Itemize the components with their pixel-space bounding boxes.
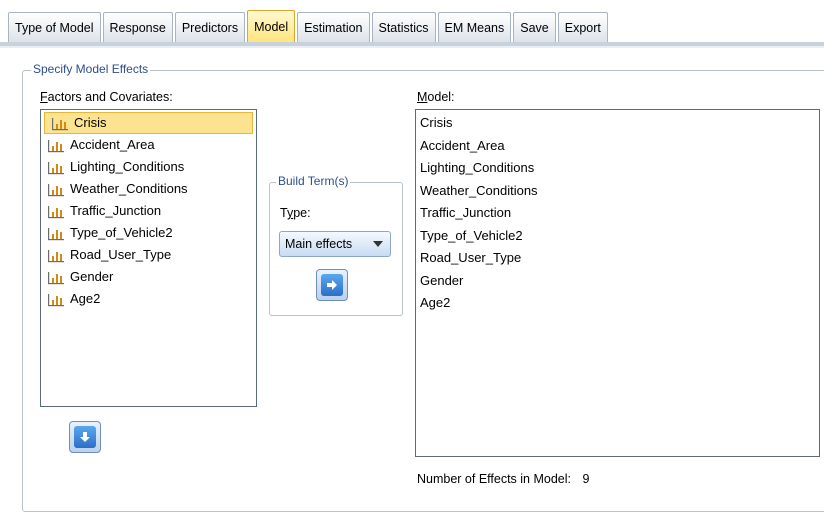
tab-response[interactable]: Response [102, 12, 173, 42]
factor-item[interactable]: Traffic_Junction [41, 200, 256, 222]
model-label-mnemonic: M [417, 90, 428, 104]
tab-type-of-model[interactable]: Type of Model [8, 12, 101, 42]
factor-item[interactable]: Accident_Area [41, 134, 256, 156]
move-down-button[interactable] [69, 421, 101, 453]
factor-item-label: Traffic_Junction [70, 203, 162, 218]
factor-item[interactable]: Type_of_Vehicle2 [41, 222, 256, 244]
model-label-text: odel: [427, 90, 455, 104]
factor-item-label: Type_of_Vehicle2 [70, 225, 173, 240]
scale-variable-icon [47, 226, 65, 241]
tab-save[interactable]: Save [513, 12, 556, 42]
effects-count-text: Number of Effects in Model: [417, 472, 572, 486]
factor-items: Crisis Accident_Area Lighting_Conditions We… [41, 110, 256, 310]
model-term-item[interactable]: Crisis [416, 112, 819, 135]
factors-label-mnemonic: F [40, 90, 48, 104]
caret-down-icon [373, 241, 383, 247]
scale-variable-icon [47, 204, 65, 219]
model-term-item[interactable]: Weather_Conditions [416, 180, 819, 203]
factor-item-label: Crisis [74, 115, 107, 130]
term-type-value: Main effects [285, 237, 353, 251]
tab-statistics[interactable]: Statistics [371, 12, 436, 42]
factor-item-label: Road_User_Type [70, 247, 172, 262]
scale-variable-icon [47, 182, 65, 197]
factor-item[interactable]: Age2 [41, 288, 256, 310]
model-term-item[interactable]: Type_of_Vehicle2 [416, 225, 819, 248]
factor-item[interactable]: Road_User_Type [41, 244, 256, 266]
factors-covariates-list[interactable]: Crisis Accident_Area Lighting_Conditions We… [40, 109, 257, 407]
scale-variable-icon [47, 270, 65, 285]
model-label: Model: [417, 90, 455, 104]
tab-estimation[interactable]: Estimation [297, 12, 370, 42]
scale-variable-icon [47, 292, 65, 307]
term-type-dropdown[interactable]: Main effects [279, 231, 391, 257]
factor-item-label: Gender [70, 269, 114, 284]
factor-item-label: Lighting_Conditions [70, 159, 185, 174]
factor-item[interactable]: Gender [41, 266, 256, 288]
type-label-post: pe: [293, 206, 311, 220]
build-terms-legend: Build Term(s) [276, 174, 351, 188]
scale-variable-icon [47, 160, 65, 175]
model-term-item[interactable]: Road_User_Type [416, 247, 819, 270]
type-label-pre: T [280, 206, 287, 220]
tab-em-means[interactable]: EM Means [437, 12, 512, 42]
model-term-item[interactable]: Lighting_Conditions [416, 157, 819, 180]
scale-variable-icon [47, 248, 65, 263]
effects-count-value: 9 [582, 472, 590, 486]
factor-item-label: Weather_Conditions [70, 181, 188, 196]
tab-divider-shadow [0, 46, 824, 48]
factors-covariates-label: Factors and Covariates: [40, 90, 173, 104]
tab-predictors[interactable]: Predictors [174, 12, 246, 42]
scale-variable-icon [51, 116, 69, 131]
arrow-right-icon [321, 274, 343, 296]
effects-count-label: Number of Effects in Model: 9 [417, 472, 589, 486]
factor-item-label: Accident_Area [70, 137, 155, 152]
factors-label-text: actors and Covariates: [47, 90, 173, 104]
model-items: Crisis Accident_Area Lighting_Conditions We… [416, 110, 819, 315]
model-term-item[interactable]: Age2 [416, 292, 819, 315]
move-right-button[interactable] [316, 269, 348, 301]
arrow-down-icon [74, 426, 96, 448]
model-term-item[interactable]: Gender [416, 270, 819, 293]
factor-item[interactable]: Crisis [44, 112, 253, 134]
model-term-item[interactable]: Accident_Area [416, 135, 819, 158]
tab-export[interactable]: Export [557, 12, 608, 42]
model-term-item[interactable]: Traffic_Junction [416, 202, 819, 225]
scale-variable-icon [47, 138, 65, 153]
tab-model[interactable]: Model [247, 10, 296, 44]
model-terms-list[interactable]: Crisis Accident_Area Lighting_Conditions We… [415, 109, 820, 457]
specify-model-effects-legend: Specify Model Effects [31, 62, 151, 76]
tab-list: Type of Model Response Predictors Model … [8, 10, 610, 44]
factor-item-label: Age2 [70, 291, 101, 306]
factor-item[interactable]: Weather_Conditions [41, 178, 256, 200]
tab-bar: Type of Model Response Predictors Model … [0, 0, 824, 48]
type-label: Type: [280, 206, 311, 220]
factor-item[interactable]: Lighting_Conditions [41, 156, 256, 178]
